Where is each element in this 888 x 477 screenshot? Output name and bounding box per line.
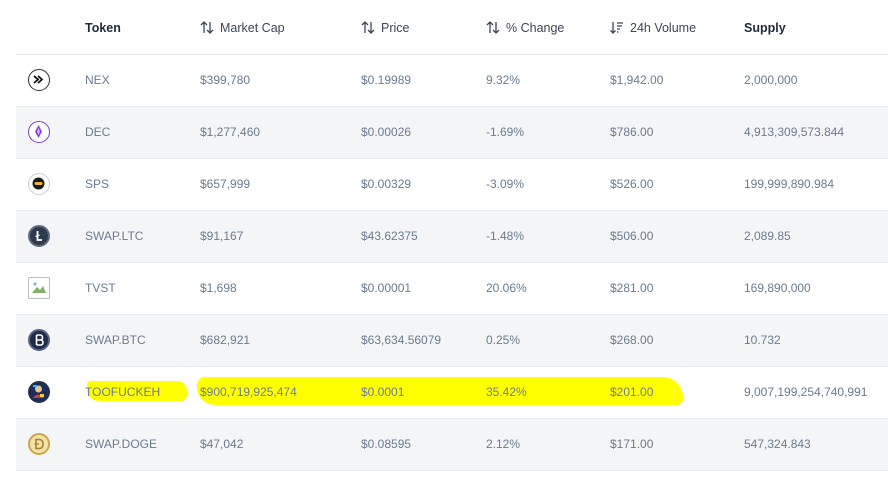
volume-value: $1,942.00: [610, 73, 664, 87]
market-cap-value: $657,999: [200, 177, 251, 191]
bitcoin-icon: [28, 329, 50, 351]
token-table: Token Market Cap Price % Change 24h Volu…: [16, 0, 888, 471]
market-cap-value: $47,042: [200, 437, 244, 451]
header-change[interactable]: % Change: [486, 0, 564, 54]
sort-descending-icon: [610, 22, 623, 35]
price-value: $0.08595: [361, 437, 412, 451]
change-value: -3.09%: [486, 177, 525, 191]
token-name[interactable]: SWAP.LTC: [85, 211, 143, 262]
volume-value: $786.00: [610, 125, 654, 139]
litecoin-icon: [28, 225, 50, 247]
table-row[interactable]: TVST $1,698 $0.00001 20.06% $281.00 169,…: [16, 263, 888, 315]
supply-value: 199,999,890.984: [744, 177, 835, 191]
table-row[interactable]: SPS $657,999 $0.00329 -3.09% $526.00 199…: [16, 159, 888, 211]
header-volume-label: 24h Volume: [630, 21, 697, 35]
table-row[interactable]: SWAP.LTC $91,167 $43.62375 -1.48% $506.0…: [16, 211, 888, 263]
token-name[interactable]: SWAP.BTC: [85, 315, 146, 366]
price-value: $0.00001: [361, 281, 412, 295]
price-value: $0.00329: [361, 177, 412, 191]
table-row[interactable]: TOOFUCKEH $900,719,925,474 $0.0001 35.42…: [16, 367, 888, 419]
price-value: $43.62375: [361, 229, 418, 243]
dogecoin-icon: [28, 433, 50, 455]
price-value: $0.19989: [361, 73, 412, 87]
change-value: 0.25%: [486, 333, 521, 347]
price-value: $0.0001: [361, 385, 405, 399]
market-cap-value: $1,277,460: [200, 125, 261, 139]
table-row[interactable]: SWAP.DOGE $47,042 $0.08595 2.12% $171.00…: [16, 419, 888, 471]
supply-value: 169,890,000: [744, 281, 811, 295]
supply-value: 10.732: [744, 333, 781, 347]
sort-arrows-icon: [200, 21, 214, 35]
supply-value: 547,324.843: [744, 437, 811, 451]
sort-arrows-icon: [486, 21, 500, 35]
header-market-cap-label: Market Cap: [220, 21, 285, 35]
market-cap-value: $682,921: [200, 333, 251, 347]
change-value: 35.42%: [486, 385, 527, 399]
token-name[interactable]: TVST: [85, 263, 116, 314]
change-value: 20.06%: [486, 281, 527, 295]
table-row[interactable]: SWAP.BTC $682,921 $63,634.56079 0.25% $2…: [16, 315, 888, 367]
token-name[interactable]: SPS: [85, 159, 109, 210]
market-cap-value: $1,698: [200, 281, 237, 295]
header-price-label: Price: [381, 21, 410, 35]
toofuckeh-logo-icon: [28, 381, 50, 403]
supply-value: 2,089.85: [744, 229, 791, 243]
table-row[interactable]: NEX $399,780 $0.19989 9.32% $1,942.00 2,…: [16, 55, 888, 107]
token-name[interactable]: DEC: [85, 107, 110, 158]
sort-arrows-icon: [361, 21, 375, 35]
market-cap-value: $399,780: [200, 73, 251, 87]
change-value: -1.69%: [486, 125, 525, 139]
header-volume[interactable]: 24h Volume: [610, 0, 696, 54]
market-cap-value: $900,719,925,474: [200, 385, 297, 399]
header-price[interactable]: Price: [361, 0, 409, 54]
volume-value: $268.00: [610, 333, 654, 347]
table-header: Token Market Cap Price % Change 24h Volu…: [16, 0, 888, 55]
volume-value: $171.00: [610, 437, 654, 451]
broken-image-icon: [28, 277, 50, 299]
change-value: 9.32%: [486, 73, 521, 87]
header-supply: Supply: [744, 21, 786, 35]
token-name[interactable]: NEX: [85, 55, 110, 106]
price-value: $0.00026: [361, 125, 412, 139]
header-token: Token: [85, 21, 121, 35]
header-market-cap[interactable]: Market Cap: [200, 0, 285, 54]
supply-value: 9,007,199,254,740,991: [744, 385, 868, 399]
sps-orb-icon: [28, 173, 50, 195]
change-value: 2.12%: [486, 437, 521, 451]
market-cap-value: $91,167: [200, 229, 244, 243]
token-name[interactable]: SWAP.DOGE: [85, 419, 157, 470]
volume-value: $201.00: [610, 385, 654, 399]
price-value: $63,634.56079: [361, 333, 442, 347]
header-change-label: % Change: [506, 21, 565, 35]
nex-arrow-icon: [28, 69, 50, 91]
dec-crystal-icon: [28, 121, 50, 143]
token-name[interactable]: TOOFUCKEH: [85, 367, 160, 418]
volume-value: $281.00: [610, 281, 654, 295]
volume-value: $506.00: [610, 229, 654, 243]
change-value: -1.48%: [486, 229, 525, 243]
supply-value: 4,913,309,573.844: [744, 125, 845, 139]
volume-value: $526.00: [610, 177, 654, 191]
table-row[interactable]: DEC $1,277,460 $0.00026 -1.69% $786.00 4…: [16, 107, 888, 159]
supply-value: 2,000,000: [744, 73, 798, 87]
